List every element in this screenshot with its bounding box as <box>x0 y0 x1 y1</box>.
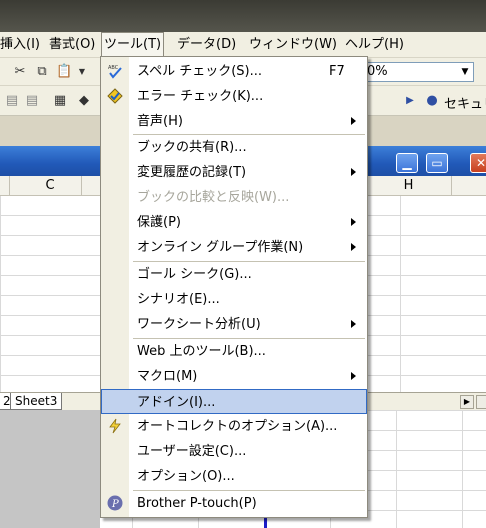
submenu-arrow-icon <box>351 243 356 251</box>
menu-item-formula-auditing[interactable]: ワークシート分析(U) <box>101 312 367 337</box>
menu-item-speech[interactable]: 音声(H) <box>101 109 367 134</box>
toolbar-arrow-icon[interactable]: ▶ <box>402 93 418 109</box>
submenu-arrow-icon <box>351 117 356 125</box>
menu-item-compare-merge: ブックの比較と反映(W)... <box>101 185 367 210</box>
menu-item-label: ブックの共有(R)... <box>137 140 247 155</box>
menu-help[interactable]: ヘルプ(H) <box>345 32 404 58</box>
menu-item-label: ゴール シーク(G)... <box>137 267 252 282</box>
submenu-arrow-icon <box>351 320 356 328</box>
menu-item-label: エラー チェック(K)... <box>137 89 264 104</box>
menu-item-label: 音声(H) <box>137 114 183 129</box>
decrease-indent-icon[interactable]: ▤ <box>4 93 20 109</box>
menu-item-shortcut: F7 <box>329 64 345 79</box>
menu-item-brother-ptouch[interactable]: P Brother P-touch(P) <box>101 491 367 516</box>
menu-bar: 挿入(I) 書式(O) ツール(T) データ(D) ウィンドウ(W) ヘルプ(H… <box>0 32 486 58</box>
minimize-button[interactable]: ▁ <box>396 153 418 173</box>
menu-item-label: ワークシート分析(U) <box>137 317 261 332</box>
menu-format[interactable]: 書式(O) <box>49 32 95 58</box>
menu-item-label: 変更履歴の記録(T) <box>137 165 247 180</box>
fill-color-icon[interactable]: ◆ <box>76 93 92 109</box>
menu-item-label: アドイン(I)... <box>137 395 216 410</box>
restore-button[interactable]: ▭ <box>426 153 448 173</box>
column-header-h[interactable]: H <box>366 176 452 196</box>
autocorrect-icon <box>109 418 121 434</box>
cut-icon[interactable]: ✂ <box>12 64 28 80</box>
svg-text:ABC: ABC <box>108 65 119 71</box>
menu-item-label: Brother P-touch(P) <box>137 496 257 511</box>
chevron-down-icon[interactable]: ▼ <box>457 63 473 81</box>
error-check-icon <box>107 88 123 104</box>
spell-check-icon: ABC <box>108 65 122 79</box>
menu-item-macro[interactable]: マクロ(M) <box>101 364 367 389</box>
menu-insert[interactable]: 挿入(I) <box>0 32 40 58</box>
title-bar-strip <box>0 0 486 32</box>
menu-item-autocorrect-options[interactable]: オートコレクトのオプション(A)... <box>101 414 367 439</box>
menu-item-options[interactable]: オプション(O)... <box>101 464 367 489</box>
submenu-arrow-icon <box>351 372 356 380</box>
menu-item-label: オプション(O)... <box>137 469 235 484</box>
svg-text:P: P <box>111 499 119 510</box>
copy-icon[interactable]: ⧉ <box>34 64 50 80</box>
menu-item-label: オンライン グループ作業(N) <box>137 240 304 255</box>
menu-item-label: 保護(P) <box>137 215 181 230</box>
security-dot-icon: ● <box>426 93 438 108</box>
menu-item-track-changes[interactable]: 変更履歴の記録(T) <box>101 160 367 185</box>
menu-data[interactable]: データ(D) <box>177 32 236 58</box>
menu-item-online-collaboration[interactable]: オンライン グループ作業(N) <box>101 235 367 260</box>
menu-tools[interactable]: ツール(T) <box>101 32 165 58</box>
menu-item-label: Web 上のツール(B)... <box>137 344 266 359</box>
menu-item-protection[interactable]: 保護(P) <box>101 210 367 235</box>
scroll-end-icon[interactable] <box>476 395 486 409</box>
column-header-i[interactable] <box>452 176 486 196</box>
submenu-arrow-icon <box>351 168 356 176</box>
paste-dropdown-icon[interactable]: ▼ <box>74 64 90 80</box>
brother-ptouch-icon: P <box>107 495 123 511</box>
sheet-tab-sheet3[interactable]: Sheet3 <box>10 393 63 410</box>
menu-item-label: オートコレクトのオプション(A)... <box>137 419 338 434</box>
menu-item-customize[interactable]: ユーザー設定(C)... <box>101 439 367 464</box>
menu-item-label: スペル チェック(S)... <box>137 64 263 79</box>
menu-item-add-ins[interactable]: アドイン(I)... <box>101 389 367 414</box>
menu-item-label: シナリオ(E)... <box>137 292 220 307</box>
menu-item-web-tools[interactable]: Web 上のツール(B)... <box>101 339 367 364</box>
zoom-value: 0% <box>367 64 388 79</box>
increase-indent-icon[interactable]: ▤ <box>24 93 40 109</box>
menu-item-share-workbook[interactable]: ブックの共有(R)... <box>101 135 367 160</box>
scroll-right-icon[interactable]: ▶ <box>460 395 474 409</box>
paste-icon[interactable]: 📋 <box>56 64 72 80</box>
menu-item-error-check[interactable]: エラー チェック(K)... <box>101 84 367 109</box>
menu-item-goal-seek[interactable]: ゴール シーク(G)... <box>101 262 367 287</box>
zoom-box[interactable]: 0% ▼ <box>364 62 474 82</box>
menu-item-spell-check[interactable]: ABC スペル チェック(S)... F7 <box>101 59 367 84</box>
menu-window[interactable]: ウィンドウ(W) <box>249 32 337 58</box>
worksheet-gray-area <box>0 410 100 528</box>
menu-item-label: ユーザー設定(C)... <box>137 444 247 459</box>
tools-menu: ABC スペル チェック(S)... F7 エラー チェック(K)... 音声(… <box>100 56 368 518</box>
submenu-arrow-icon <box>351 218 356 226</box>
column-header-c[interactable]: C <box>0 176 100 196</box>
menu-item-label: マクロ(M) <box>137 369 198 384</box>
close-button[interactable]: ✕ <box>470 153 486 173</box>
menu-item-label: ブックの比較と反映(W)... <box>137 190 290 205</box>
border-icon[interactable]: ▦ <box>52 93 68 109</box>
security-button[interactable]: セキュリ <box>444 93 486 112</box>
menu-item-scenarios[interactable]: シナリオ(E)... <box>101 287 367 312</box>
